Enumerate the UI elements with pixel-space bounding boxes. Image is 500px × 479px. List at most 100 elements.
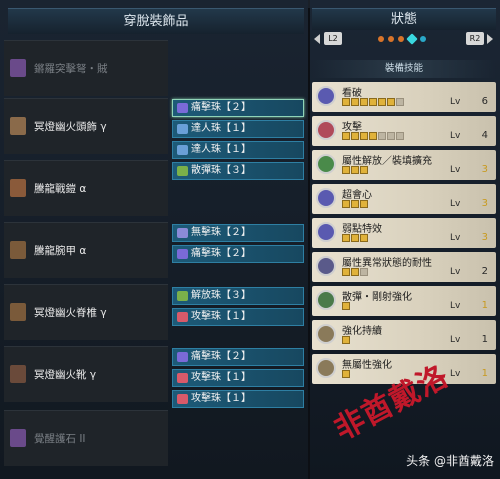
- skill-name: 看破: [342, 88, 362, 99]
- skill-level-pip: [369, 98, 377, 106]
- decoration-gem-icon: [177, 394, 188, 404]
- skill-level-value: 2: [481, 266, 488, 277]
- skill-level-bars: [342, 302, 351, 311]
- decoration-slot-label: 達人珠【１】: [191, 144, 251, 155]
- skill-level-value: 1: [481, 300, 488, 311]
- skill-level-label: Lv: [450, 199, 461, 209]
- skill-name: 攻擊: [342, 122, 362, 133]
- skill-level-pip: [369, 132, 377, 140]
- skill-level-label: Lv: [450, 335, 461, 345]
- decoration-slot-label: 散彈珠【３】: [191, 165, 251, 176]
- r2-button[interactable]: R2: [466, 32, 484, 45]
- skill-level-pip: [387, 132, 395, 140]
- decoration-slot[interactable]: 痛擊珠【２】: [172, 348, 304, 366]
- skill-level-pip: [387, 98, 395, 106]
- page-dot-active: [406, 33, 418, 45]
- skill-level-pip: [360, 166, 368, 174]
- decoration-gem-icon: [177, 249, 188, 259]
- skill-level-pip: [351, 132, 359, 140]
- decoration-gem-icon: [177, 291, 188, 301]
- decoration-slot[interactable]: 痛擊珠【２】: [172, 99, 304, 117]
- equipment-row[interactable]: 鏘羅突擊弩・賊: [4, 40, 168, 96]
- weakness-icon: [316, 222, 336, 242]
- skill-level-bars: [342, 234, 369, 243]
- skill-level-bars: [342, 98, 405, 107]
- skill-level-pip: [342, 234, 350, 242]
- skill-row[interactable]: 屬性解放／裝填擴充 Lv 3: [312, 150, 496, 180]
- hourglass-icon: [316, 324, 336, 344]
- decoration-gem-icon: [177, 166, 188, 176]
- crossbow-icon: [10, 59, 26, 77]
- skill-name: 散彈・剛射強化: [342, 292, 412, 303]
- skill-level-pip: [360, 234, 368, 242]
- decoration-slot[interactable]: 攻擊珠【１】: [172, 369, 304, 387]
- equipment-row[interactable]: 冥燈幽火頭飾 γ: [4, 98, 168, 154]
- skill-level-pip: [342, 166, 350, 174]
- decoration-gem-icon: [177, 373, 188, 383]
- skill-level-bars: [342, 370, 351, 379]
- equipment-row[interactable]: 騰龍腕甲 α: [4, 222, 168, 278]
- equipment-row[interactable]: 覺醒護石 II: [4, 410, 168, 466]
- equipment-name: 冥燈幽火脊椎 γ: [34, 307, 107, 319]
- skill-level-value: 1: [481, 334, 488, 345]
- skill-name: 屬性異常狀態的耐性: [342, 258, 432, 269]
- skill-row[interactable]: 攻擊 Lv 4: [312, 116, 496, 146]
- skill-row[interactable]: 屬性異常狀態的耐性 Lv 2: [312, 252, 496, 282]
- skill-level-pip: [342, 268, 350, 276]
- status-resist-icon: [316, 256, 336, 276]
- decoration-slot[interactable]: 無擊珠【２】: [172, 224, 304, 242]
- helmet-icon: [10, 117, 26, 135]
- skill-row[interactable]: 強化持續 Lv 1: [312, 320, 496, 350]
- skill-row[interactable]: 弱點特效 Lv 3: [312, 218, 496, 248]
- decoration-slot-label: 解放珠【３】: [191, 290, 251, 301]
- decoration-slot[interactable]: 達人珠【１】: [172, 141, 304, 159]
- equipment-name: 冥燈幽火靴 γ: [34, 369, 97, 381]
- skill-row[interactable]: 看破 Lv 6: [312, 82, 496, 112]
- skill-level-pip: [351, 234, 359, 242]
- skill-level-pip: [342, 370, 350, 378]
- skill-level-pip: [360, 98, 368, 106]
- page-dot-2: [388, 36, 394, 42]
- skill-name: 無屬性強化: [342, 360, 392, 371]
- equipment-name: 騰龍戰鎧 α: [34, 183, 87, 195]
- skill-level-bars: [342, 336, 351, 345]
- decoration-slot[interactable]: 達人珠【１】: [172, 120, 304, 138]
- equipment-name: 鏘羅突擊弩・賊: [34, 63, 108, 75]
- equipment-name: 冥燈幽火頭飾 γ: [34, 121, 107, 133]
- decoration-gem-icon: [177, 145, 188, 155]
- right-arrow-icon[interactable]: [487, 34, 493, 44]
- skill-level-bars: [342, 268, 369, 277]
- skill-level-pip: [342, 336, 350, 344]
- chest-armor-icon: [10, 179, 26, 197]
- decoration-slot-label: 攻擊珠【１】: [191, 393, 251, 404]
- decoration-gem-icon: [177, 352, 188, 362]
- skill-row[interactable]: 散彈・剛射強化 Lv 1: [312, 286, 496, 316]
- l2-button[interactable]: L2: [324, 32, 342, 45]
- skill-level-pip: [351, 166, 359, 174]
- equipment-row[interactable]: 騰龍戰鎧 α: [4, 160, 168, 216]
- eye-icon: [316, 86, 336, 106]
- decoration-slot[interactable]: 攻擊珠【１】: [172, 390, 304, 408]
- skill-level-pip: [342, 200, 350, 208]
- equipment-row[interactable]: 冥燈幽火靴 γ: [4, 346, 168, 402]
- skill-row[interactable]: 超會心 Lv 3: [312, 184, 496, 214]
- skill-level-pip: [351, 268, 359, 276]
- leg-armor-icon: [10, 365, 26, 383]
- skill-level-bars: [342, 132, 405, 141]
- decoration-slot[interactable]: 攻擊珠【１】: [172, 308, 304, 326]
- skill-name: 超會心: [342, 190, 372, 201]
- skill-name: 強化持續: [342, 326, 382, 337]
- skill-level-bars: [342, 166, 369, 175]
- decoration-slot[interactable]: 解放珠【３】: [172, 287, 304, 305]
- decoration-slot[interactable]: 痛擊珠【２】: [172, 245, 304, 263]
- raw-boost-icon: [316, 358, 336, 378]
- skill-level-label: Lv: [450, 301, 461, 311]
- skill-level-value: 1: [481, 368, 488, 379]
- decoration-panel-title: 穿脫裝飾品: [8, 8, 304, 34]
- decoration-slot[interactable]: 散彈珠【３】: [172, 162, 304, 180]
- skill-level-label: Lv: [450, 267, 461, 277]
- left-arrow-icon[interactable]: [314, 34, 320, 44]
- skill-level-pip: [342, 132, 350, 140]
- skill-level-pip: [360, 268, 368, 276]
- equipment-row[interactable]: 冥燈幽火脊椎 γ: [4, 284, 168, 340]
